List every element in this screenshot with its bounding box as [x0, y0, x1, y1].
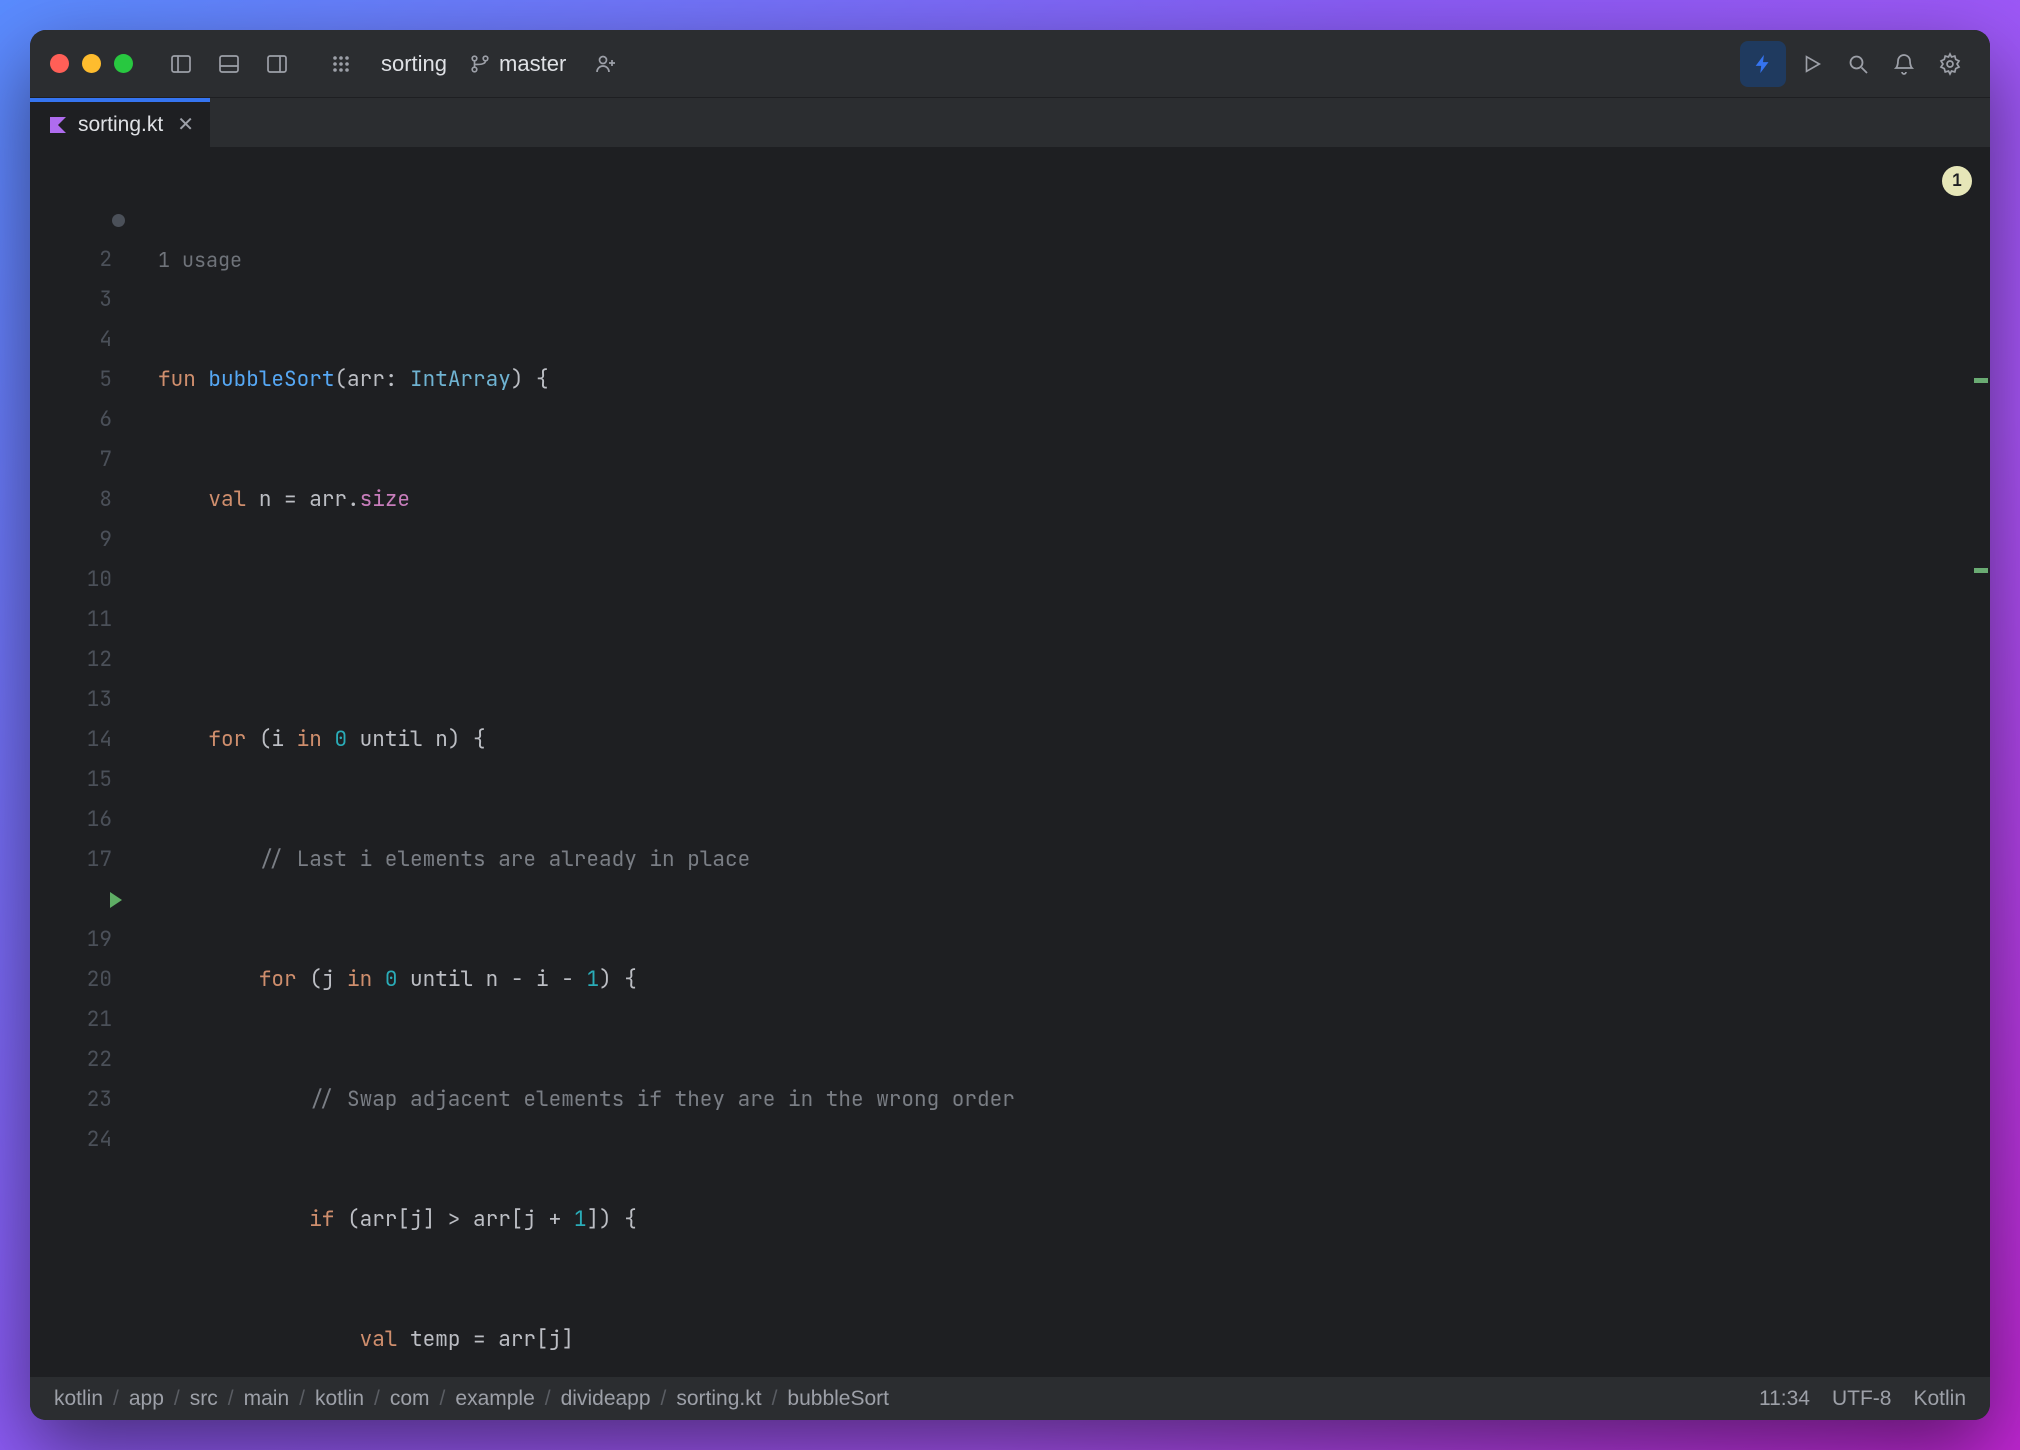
line-number[interactable]: 2	[30, 240, 148, 280]
crumb[interactable]: kotlin	[54, 1387, 103, 1411]
line-number[interactable]: 16	[30, 800, 148, 840]
gutter: 2 3 4 5 6 7 8 9 10 11 12 13 14 15 16 17 …	[30, 148, 148, 1376]
line-number[interactable]: 23	[30, 1080, 148, 1120]
panel-right-icon[interactable]	[257, 44, 297, 84]
file-encoding[interactable]: UTF-8	[1832, 1387, 1892, 1411]
line-number[interactable]: 4	[30, 320, 148, 360]
add-user-icon[interactable]	[586, 44, 626, 84]
code-line[interactable]: for (j in 0 until n - i - 1) {	[148, 960, 1990, 1000]
window-controls	[50, 54, 133, 73]
code-line[interactable]: fun bubbleSort(arr: IntArray) {	[148, 360, 1990, 400]
line-number[interactable]: 22	[30, 1040, 148, 1080]
titlebar: sorting master	[30, 30, 1990, 98]
line-number[interactable]	[30, 200, 148, 240]
usage-hint[interactable]: 1 usage	[148, 240, 1990, 280]
file-language[interactable]: Kotlin	[1913, 1387, 1966, 1411]
close-tab-icon[interactable]: ✕	[177, 112, 194, 137]
kotlin-file-icon	[48, 115, 68, 135]
line-number[interactable]: 10	[30, 560, 148, 600]
maximize-window[interactable]	[114, 54, 133, 73]
code-line[interactable]: if (arr[j] > arr[j + 1]) {	[148, 1200, 1990, 1240]
warnings-badge[interactable]: 1	[1942, 166, 1972, 196]
panel-bottom-icon[interactable]	[209, 44, 249, 84]
code-line[interactable]: // Last i elements are already in place	[148, 840, 1990, 880]
panel-left-icon[interactable]	[161, 44, 201, 84]
notifications-icon[interactable]	[1884, 44, 1924, 84]
breakpoint-dot[interactable]	[112, 214, 125, 227]
line-number[interactable]: 13	[30, 680, 148, 720]
project-name[interactable]: sorting	[381, 51, 447, 77]
editor-tabs: sorting.kt ✕	[30, 98, 1990, 148]
line-number[interactable]: 11	[30, 600, 148, 640]
code-area[interactable]: 1 usage fun bubbleSort(arr: IntArray) { …	[148, 148, 1990, 1376]
ai-assistant-icon[interactable]	[1740, 41, 1786, 87]
code-line[interactable]: val n = arr.size	[148, 480, 1990, 520]
line-number[interactable]: 17	[30, 840, 148, 880]
branch-icon	[469, 53, 491, 75]
line-number[interactable]: 15	[30, 760, 148, 800]
code-line[interactable]: val temp = arr[j]	[148, 1320, 1990, 1360]
line-number[interactable]: 19	[30, 920, 148, 960]
line-number[interactable]: 6	[30, 400, 148, 440]
close-window[interactable]	[50, 54, 69, 73]
line-number[interactable]: 7	[30, 440, 148, 480]
crumb[interactable]: divideapp	[561, 1387, 651, 1411]
line-number[interactable]: 9	[30, 520, 148, 560]
line-number[interactable]: 8	[30, 480, 148, 520]
run-icon[interactable]	[1792, 44, 1832, 84]
cursor-position[interactable]: 11:34	[1759, 1387, 1810, 1411]
code-line[interactable]	[148, 600, 1990, 640]
crumb[interactable]: src	[190, 1387, 218, 1411]
branch-name: master	[499, 51, 566, 77]
crumb[interactable]: kotlin	[315, 1387, 364, 1411]
line-number[interactable]	[30, 880, 148, 920]
minimap-marks	[1972, 148, 1990, 1376]
crumb[interactable]: main	[244, 1387, 290, 1411]
editor: 2 3 4 5 6 7 8 9 10 11 12 13 14 15 16 17 …	[30, 148, 1990, 1376]
crumb[interactable]: bubbleSort	[787, 1387, 889, 1411]
line-number[interactable]: 3	[30, 280, 148, 320]
line-number[interactable]: 5	[30, 360, 148, 400]
breadcrumbs[interactable]: kotlin/ app/ src/ main/ kotlin/ com/ exa…	[54, 1387, 889, 1411]
search-icon[interactable]	[1838, 44, 1878, 84]
settings-icon[interactable]	[1930, 44, 1970, 84]
editor-tab[interactable]: sorting.kt ✕	[30, 98, 210, 147]
line-number[interactable]: 20	[30, 960, 148, 1000]
crumb[interactable]: sorting.kt	[676, 1387, 761, 1411]
crumb[interactable]: example	[455, 1387, 534, 1411]
crumb[interactable]: app	[129, 1387, 164, 1411]
grid-icon[interactable]	[321, 44, 361, 84]
code-line[interactable]: // Swap adjacent elements if they are in…	[148, 1080, 1990, 1120]
minimize-window[interactable]	[82, 54, 101, 73]
ide-window: sorting master	[30, 30, 1990, 1420]
vcs-branch[interactable]: master	[469, 51, 566, 77]
line-number[interactable]: 14	[30, 720, 148, 760]
code-line[interactable]: for (i in 0 until n) {	[148, 720, 1990, 760]
line-number[interactable]: 21	[30, 1000, 148, 1040]
tab-filename: sorting.kt	[78, 113, 163, 137]
line-number[interactable]: 12	[30, 640, 148, 680]
statusbar: kotlin/ app/ src/ main/ kotlin/ com/ exa…	[30, 1376, 1990, 1420]
run-gutter-icon[interactable]	[108, 891, 124, 909]
line-number[interactable]: 24	[30, 1120, 148, 1160]
crumb[interactable]: com	[390, 1387, 430, 1411]
